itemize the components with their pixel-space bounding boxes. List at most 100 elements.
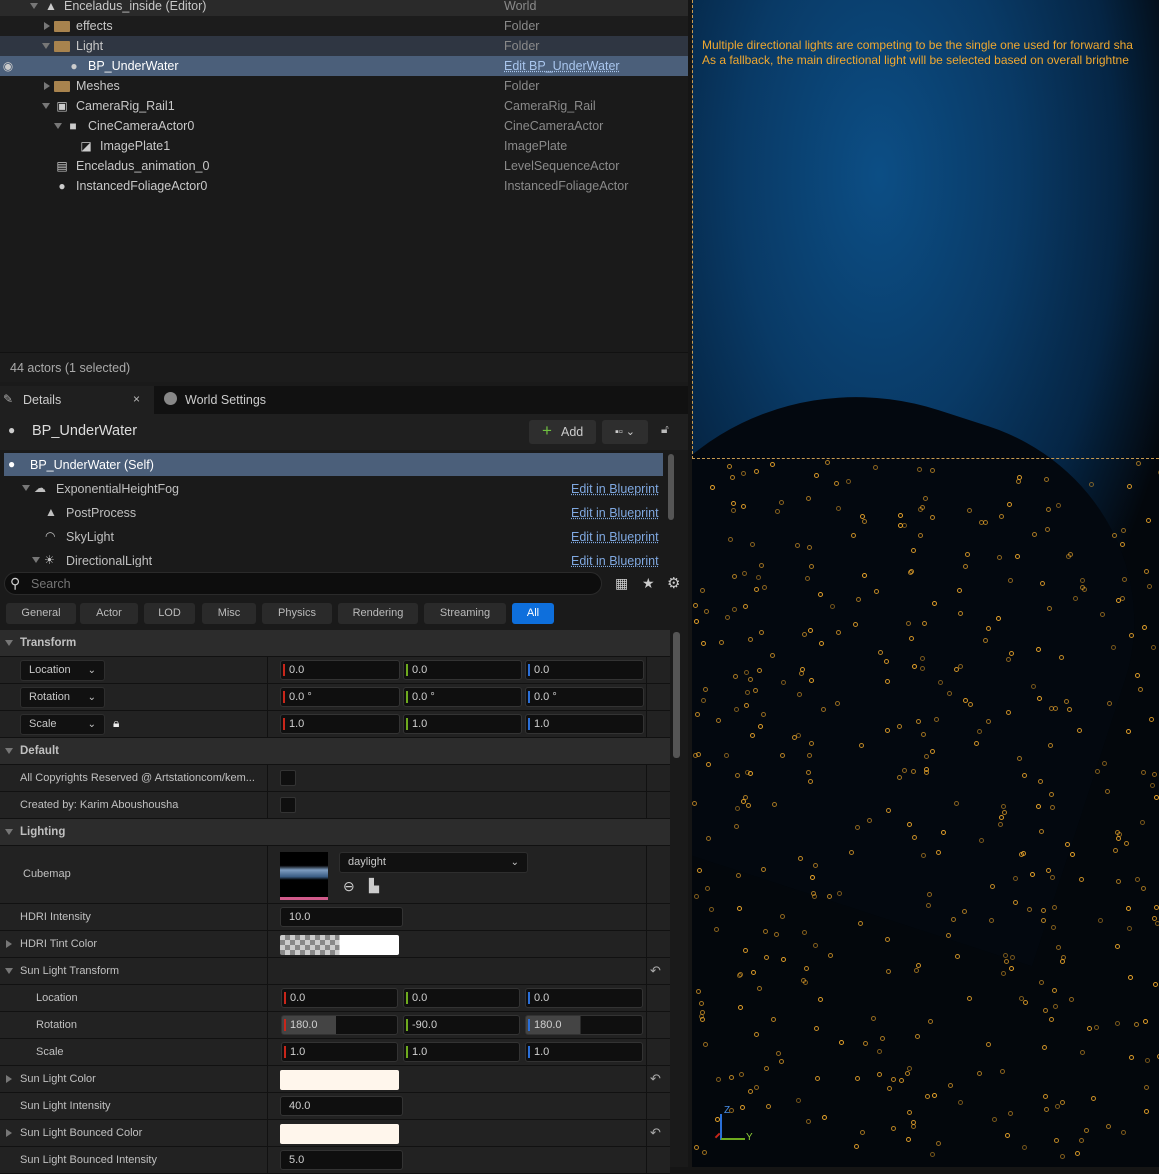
sun-intensity-input[interactable]: 40.0 bbox=[280, 1096, 403, 1116]
scale-z[interactable]: 1.0 bbox=[525, 714, 644, 734]
rotation-z[interactable]: 0.0 ° bbox=[525, 687, 644, 707]
scale-x[interactable]: 1.0 bbox=[280, 714, 400, 734]
outliner-row-camerarig[interactable]: ▣ CameraRig_Rail1 CameraRig_Rail bbox=[0, 96, 688, 116]
add-component-button[interactable]: + Add bbox=[529, 420, 596, 444]
component-fog[interactable]: ☁ ExponentialHeightFog Edit in Blueprint bbox=[0, 478, 663, 500]
outliner-row-imageplate[interactable]: ◪ ImagePlate1 ImagePlate bbox=[0, 136, 688, 156]
table-view-icon[interactable]: ▦ bbox=[615, 575, 628, 592]
blueprint-options-button[interactable]: ▪▫ ⌄ bbox=[602, 420, 648, 444]
created-by-checkbox[interactable] bbox=[280, 797, 296, 813]
cubemap-thumbnail[interactable] bbox=[280, 852, 328, 900]
filter-actor[interactable]: Actor bbox=[80, 603, 138, 624]
foliage-marker bbox=[1051, 925, 1057, 931]
location-y[interactable]: 0.0 bbox=[403, 660, 522, 680]
details-header: ● BP_UnderWater + Add ▪▫ ⌄ 🔓︎ bbox=[0, 414, 688, 450]
rotation-y[interactable]: 0.0 ° bbox=[403, 687, 522, 707]
details-search[interactable]: ⚲ bbox=[4, 572, 602, 595]
edit-in-blueprint-link[interactable]: Edit in Blueprint bbox=[571, 506, 659, 520]
foliage-marker bbox=[1100, 611, 1106, 617]
level-viewport[interactable]: Multiple directional lights are competin… bbox=[692, 0, 1159, 1167]
foliage-marker bbox=[1005, 656, 1011, 662]
copyright-checkbox[interactable] bbox=[280, 770, 296, 786]
component-directionallight[interactable]: ☀ DirectionalLight Edit in Blueprint bbox=[0, 550, 663, 567]
edit-in-blueprint-link[interactable]: Edit in Blueprint bbox=[571, 530, 659, 544]
foliage-marker bbox=[709, 484, 715, 490]
use-selected-icon[interactable]: ⊖ bbox=[343, 878, 355, 895]
sun-location-z[interactable]: 0.0 bbox=[525, 988, 643, 1008]
scale-dropdown[interactable]: Scale ⌄ bbox=[20, 714, 105, 735]
sun-scale-z[interactable]: 1.0 bbox=[525, 1042, 643, 1062]
foliage-marker bbox=[976, 728, 982, 734]
foliage-marker bbox=[702, 1041, 708, 1047]
components-scrollbar[interactable] bbox=[668, 454, 674, 520]
reset-icon[interactable]: ↶ bbox=[650, 1125, 661, 1141]
filter-all[interactable]: All bbox=[512, 603, 554, 624]
foliage-marker bbox=[736, 872, 742, 878]
edit-blueprint-link[interactable]: Edit BP_UnderWater bbox=[504, 56, 620, 76]
outliner-row-cinecamera[interactable]: ■ CineCameraActor0 CineCameraActor bbox=[0, 116, 688, 136]
filter-misc[interactable]: Misc bbox=[202, 603, 256, 624]
edit-in-blueprint-link[interactable]: Edit in Blueprint bbox=[571, 482, 659, 496]
outliner-row-effects[interactable]: effects Folder bbox=[0, 16, 688, 36]
component-postprocess[interactable]: ▲ PostProcess Edit in Blueprint bbox=[0, 502, 663, 524]
sun-rotation-z[interactable]: 180.0 bbox=[525, 1015, 643, 1035]
scale-y[interactable]: 1.0 bbox=[403, 714, 522, 734]
actor-icon: ● bbox=[58, 179, 66, 193]
component-skylight[interactable]: ◠ SkyLight Edit in Blueprint bbox=[0, 526, 663, 548]
sun-rotation-y[interactable]: -90.0 bbox=[403, 1015, 520, 1035]
lock-icon[interactable]: 🔒︎ bbox=[113, 716, 119, 731]
sun-rotation-x[interactable]: 180.0 bbox=[281, 1015, 398, 1035]
lock-open-icon[interactable]: 🔓︎ bbox=[661, 422, 669, 437]
filter-rendering[interactable]: Rendering bbox=[338, 603, 418, 624]
bounced-intensity-input[interactable]: 5.0 bbox=[280, 1150, 403, 1170]
gear-icon[interactable]: ⚙ bbox=[667, 574, 680, 592]
sun-location-y[interactable]: 0.0 bbox=[403, 988, 520, 1008]
section-transform[interactable]: Transform bbox=[0, 630, 670, 657]
foliage-marker bbox=[736, 905, 742, 911]
sun-location-x[interactable]: 0.0 bbox=[281, 988, 398, 1008]
location-z[interactable]: 0.0 bbox=[525, 660, 644, 680]
hdri-tint-swatch[interactable] bbox=[280, 935, 399, 955]
section-lighting[interactable]: Lighting bbox=[0, 819, 670, 846]
sun-scale-x[interactable]: 1.0 bbox=[281, 1042, 398, 1062]
location-x[interactable]: 0.0 bbox=[280, 660, 400, 680]
cubemap-dropdown[interactable]: daylight ⌄ bbox=[339, 852, 528, 873]
foliage-marker bbox=[749, 733, 755, 739]
reset-icon[interactable]: ↶ bbox=[650, 1071, 661, 1087]
star-icon[interactable]: ★ bbox=[642, 575, 655, 592]
foliage-marker bbox=[776, 1050, 782, 1056]
foliage-marker bbox=[966, 507, 972, 513]
eye-icon[interactable]: ◉ bbox=[1, 59, 15, 73]
outliner-row-meshes[interactable]: Meshes Folder bbox=[0, 76, 688, 96]
bounced-color-swatch[interactable] bbox=[280, 1124, 399, 1144]
outliner-row-world[interactable]: ▲ Enceladus_inside (Editor) World bbox=[0, 0, 688, 16]
rotation-x[interactable]: 0.0 ° bbox=[280, 687, 400, 707]
properties-scrollbar[interactable] bbox=[673, 632, 680, 758]
foliage-marker bbox=[853, 1144, 859, 1150]
search-input[interactable] bbox=[31, 575, 591, 592]
hdri-intensity-input[interactable]: 10.0 bbox=[280, 907, 403, 927]
filter-lod[interactable]: LOD bbox=[144, 603, 195, 624]
outliner-row-bp-underwater[interactable]: ◉ ● BP_UnderWater Edit BP_UnderWater bbox=[0, 56, 688, 76]
outliner-row-light[interactable]: Light Folder bbox=[0, 36, 688, 56]
edit-in-blueprint-link[interactable]: Edit in Blueprint bbox=[571, 554, 659, 567]
reset-icon[interactable]: ↶ bbox=[650, 963, 661, 979]
outliner-row-foliage[interactable]: ● InstancedFoliageActor0 InstancedFoliageA… bbox=[0, 176, 688, 196]
location-dropdown[interactable]: Location ⌄ bbox=[20, 660, 105, 681]
filter-general[interactable]: General bbox=[6, 603, 76, 624]
sun-color-swatch[interactable] bbox=[280, 1070, 399, 1090]
chevron-down-icon: ⌄ bbox=[87, 692, 96, 703]
filter-streaming[interactable]: Streaming bbox=[424, 603, 506, 624]
foliage-marker bbox=[737, 972, 743, 978]
sun-scale-y[interactable]: 1.0 bbox=[403, 1042, 520, 1062]
foliage-marker bbox=[695, 989, 701, 995]
section-default[interactable]: Default bbox=[0, 738, 670, 765]
tab-details[interactable]: ✎ Details × bbox=[0, 386, 154, 414]
filter-physics[interactable]: Physics bbox=[262, 603, 332, 624]
outliner-row-sequence[interactable]: ▤ Enceladus_animation_0 LevelSequenceActor bbox=[0, 156, 688, 176]
rotation-dropdown[interactable]: Rotation ⌄ bbox=[20, 687, 105, 708]
tab-world-settings[interactable]: World Settings bbox=[158, 386, 288, 414]
browse-asset-icon[interactable]: ▙ bbox=[369, 878, 379, 894]
component-self[interactable]: ● BP_UnderWater (Self) bbox=[4, 453, 663, 476]
close-tab-button[interactable]: × bbox=[133, 392, 140, 406]
